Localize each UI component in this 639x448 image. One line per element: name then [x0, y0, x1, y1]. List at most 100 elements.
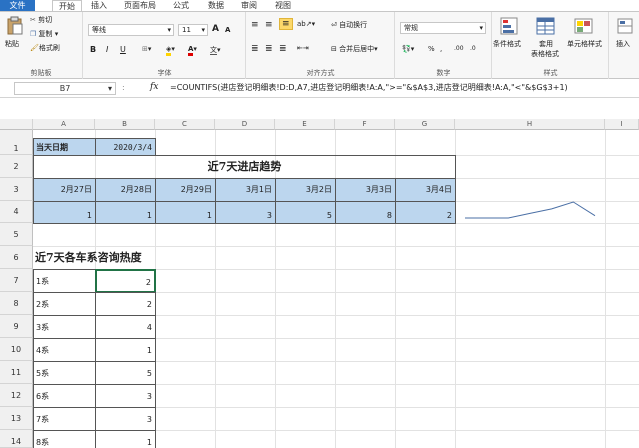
row-header-10[interactable]: 10 [0, 338, 33, 361]
row-header-9[interactable]: 9 [0, 315, 33, 338]
row-header-7[interactable]: 7 [0, 269, 33, 292]
align-bottom-button[interactable]: ≡ [279, 18, 293, 30]
bold-button[interactable]: B [90, 45, 96, 54]
cell-e4[interactable]: 5 [275, 201, 336, 224]
merge-center-button[interactable]: ⊟ 合并后居中▾ [331, 44, 378, 54]
italic-button[interactable]: I [106, 45, 108, 54]
comma-button[interactable]: , [440, 45, 442, 53]
tab-review[interactable]: 审阅 [238, 0, 260, 11]
cell-a10[interactable]: 4系 [33, 338, 96, 362]
format-painter-button[interactable]: 🖌格式刷 [30, 43, 60, 53]
conditional-format-button[interactable] [499, 16, 521, 38]
align-right-button[interactable]: ≣ [279, 44, 287, 54]
column-header-a[interactable]: A [33, 119, 95, 130]
cell-a12[interactable]: 6系 [33, 384, 96, 408]
row-header-6[interactable]: 6 [0, 246, 33, 269]
cell-a3[interactable]: 2月27日 [33, 178, 96, 202]
name-box[interactable]: B7 ▾ [14, 82, 116, 95]
cell-a14[interactable]: 8系 [33, 430, 96, 448]
border-button[interactable]: ⊞▾ [142, 45, 151, 53]
tab-home[interactable]: 开始 [52, 0, 82, 11]
cell-c4[interactable]: 1 [155, 201, 216, 224]
cell-b3[interactable]: 2月28日 [95, 178, 156, 202]
phonetic-button[interactable]: 文▾ [210, 45, 221, 55]
indent-button[interactable]: ⇤⇥ [297, 44, 309, 52]
row-header-13[interactable]: 13 [0, 407, 33, 430]
column-header-f[interactable]: F [335, 119, 395, 130]
fill-color-button[interactable]: ◈▾ [166, 45, 175, 56]
cell-a1[interactable]: 当天日期 [33, 138, 96, 156]
cell-e3[interactable]: 3月2日 [275, 178, 336, 202]
cell-a9[interactable]: 3系 [33, 315, 96, 339]
cell-a4[interactable]: 1 [33, 201, 96, 224]
tab-insert[interactable]: 插入 [88, 0, 110, 11]
underline-button[interactable]: U [120, 45, 126, 54]
increase-decimal-button[interactable]: .00 [454, 45, 464, 52]
cell-a11[interactable]: 5系 [33, 361, 96, 385]
align-middle-button[interactable]: ≡ [265, 20, 273, 30]
row-header-4[interactable]: 4 [0, 201, 33, 223]
tab-file[interactable]: 文件 [0, 0, 35, 11]
cell-d4[interactable]: 3 [215, 201, 276, 224]
cell-a7[interactable]: 1系 [33, 269, 96, 293]
decrease-decimal-button[interactable]: .0 [470, 45, 476, 52]
cell-g4[interactable]: 2 [395, 201, 456, 224]
tab-data[interactable]: 数据 [205, 0, 227, 11]
cell-b14[interactable]: 1 [95, 430, 156, 448]
select-all-corner[interactable] [0, 119, 33, 130]
column-header-b[interactable]: B [95, 119, 155, 130]
shrink-font-button[interactable]: A [225, 26, 230, 34]
cell-b11[interactable]: 5 [95, 361, 156, 385]
cell-b10[interactable]: 1 [95, 338, 156, 362]
align-center-button[interactable]: ≣ [265, 44, 273, 54]
grow-font-button[interactable]: A [212, 24, 219, 34]
row-header-12[interactable]: 12 [0, 384, 33, 407]
wrap-text-button[interactable]: ⏎ 自动换行 [331, 20, 367, 30]
column-header-d[interactable]: D [215, 119, 275, 130]
column-header-c[interactable]: C [155, 119, 215, 130]
cell-a8[interactable]: 2系 [33, 292, 96, 316]
percent-button[interactable]: % [428, 45, 435, 53]
font-size-select[interactable]: 11 ▾ [178, 24, 208, 36]
cell-a13[interactable]: 7系 [33, 407, 96, 431]
cell-b1[interactable]: 2020/3/4 [95, 138, 156, 156]
cell-b13[interactable]: 3 [95, 407, 156, 431]
cell-b9[interactable]: 4 [95, 315, 156, 339]
cell-f3[interactable]: 3月3日 [335, 178, 396, 202]
align-left-button[interactable]: ≣ [251, 44, 259, 54]
paste-button[interactable] [6, 16, 24, 38]
fx-icon[interactable]: fx [150, 82, 158, 92]
formula-input[interactable]: =COUNTIFS(进店登记明细表!D:D,A7,进店登记明细表!A:A,">=… [170, 82, 568, 94]
row-header-3[interactable]: 3 [0, 178, 33, 201]
cell-a2-merged-title[interactable]: 近7天进店趋势 [33, 155, 456, 179]
column-header-h[interactable]: H [455, 119, 605, 130]
cell-styles-button[interactable] [573, 16, 595, 38]
row-header-11[interactable]: 11 [0, 361, 33, 384]
cell-b12[interactable]: 3 [95, 384, 156, 408]
insert-cells-button[interactable] [616, 16, 634, 38]
cell-b8[interactable]: 2 [95, 292, 156, 316]
row-header-5[interactable]: 5 [0, 223, 33, 246]
row-header-14[interactable]: 14 [0, 430, 33, 448]
cell-b7[interactable]: 2 [95, 269, 156, 293]
row-header-8[interactable]: 8 [0, 292, 33, 315]
row-header-2[interactable]: 2 [0, 155, 33, 178]
currency-button[interactable]: 💱▾ [402, 45, 414, 53]
column-header-e[interactable]: E [275, 119, 335, 130]
orientation-button[interactable]: ab↗▾ [297, 20, 315, 28]
number-format-select[interactable]: 常规 ▾ [400, 22, 486, 34]
column-header-i[interactable]: I [605, 119, 639, 130]
tab-formulas[interactable]: 公式 [170, 0, 192, 11]
column-header-g[interactable]: G [395, 119, 455, 130]
format-as-table-button[interactable] [535, 16, 557, 38]
cancel-formula-icon[interactable]: : [122, 83, 125, 92]
font-color-button[interactable]: A▾ [188, 45, 197, 56]
cell-d3[interactable]: 3月1日 [215, 178, 276, 202]
align-top-button[interactable]: ≡ [251, 20, 259, 30]
cell-b4[interactable]: 1 [95, 201, 156, 224]
tab-page-layout[interactable]: 页面布局 [120, 0, 160, 11]
tab-view[interactable]: 视图 [272, 0, 294, 11]
cut-button[interactable]: ✂ 剪切 [30, 15, 52, 25]
cell-c3[interactable]: 2月29日 [155, 178, 216, 202]
row-header-1[interactable]: 1 [0, 130, 33, 155]
